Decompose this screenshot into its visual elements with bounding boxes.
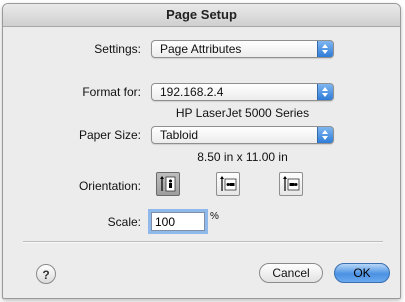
settings-popup[interactable]: Page Attributes — [151, 40, 334, 58]
ok-button[interactable]: OK — [334, 263, 390, 283]
scale-input[interactable] — [151, 212, 205, 231]
scale-label: Scale: — [107, 215, 141, 229]
scale-unit: % — [210, 211, 219, 222]
printer-model-text: HP LaserJet 5000 Series — [175, 106, 310, 120]
orientation-label: Orientation: — [78, 179, 141, 193]
format-for-label: Format for: — [82, 85, 141, 99]
popup-arrows-icon — [317, 84, 333, 100]
cancel-button[interactable]: Cancel — [259, 263, 323, 283]
orientation-landscape-right-button[interactable] — [279, 172, 303, 196]
landscape-left-orientation-icon — [220, 176, 237, 191]
page-setup-dialog: Page Setup Settings: Page Attributes For… — [2, 3, 401, 299]
format-for-popup[interactable]: 192.168.2.4 — [151, 83, 334, 101]
window-title: Page Setup — [3, 4, 400, 27]
portrait-orientation-icon — [160, 176, 176, 192]
help-button[interactable]: ? — [36, 264, 56, 284]
format-for-popup-value: 192.168.2.4 — [160, 85, 224, 99]
settings-popup-value: Page Attributes — [160, 42, 242, 56]
orientation-portrait-button[interactable] — [156, 172, 180, 196]
popup-arrows-icon — [317, 41, 333, 57]
paper-size-popup[interactable]: Tabloid — [151, 126, 334, 144]
divider — [23, 241, 383, 243]
orientation-landscape-left-button[interactable] — [216, 172, 240, 196]
popup-arrows-icon — [317, 127, 333, 143]
paper-size-popup-value: Tabloid — [160, 128, 199, 142]
settings-label: Settings: — [94, 42, 141, 56]
landscape-right-orientation-icon — [283, 176, 300, 191]
paper-size-label: Paper Size: — [78, 128, 141, 142]
paper-dimensions-text: 8.50 in x 11.00 in — [197, 150, 288, 164]
